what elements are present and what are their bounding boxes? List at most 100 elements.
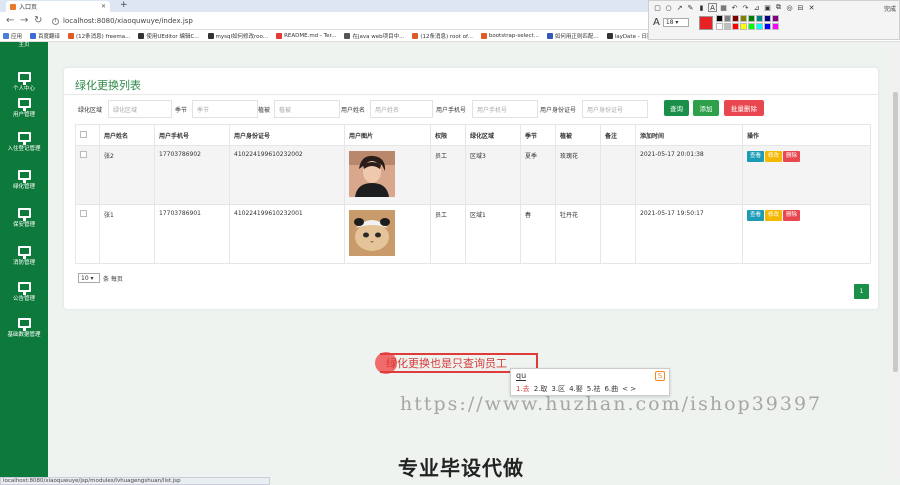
site-info-icon[interactable]: i <box>52 17 59 25</box>
username-input[interactable]: 用户姓名 <box>370 100 433 118</box>
sidebar-item[interactable]: 公告管理 <box>0 282 48 302</box>
new-tab-icon[interactable]: + <box>120 0 128 10</box>
bookmark-item[interactable]: README.md - Ter... <box>276 32 336 39</box>
bookmark-item[interactable]: (12条消息) freema... <box>68 32 130 40</box>
marker-tool-icon[interactable]: ▮ <box>697 3 706 12</box>
query-button[interactable]: 查询 <box>664 100 689 116</box>
share-icon[interactable]: ◎ <box>785 3 794 12</box>
bookmark-item[interactable]: (12条消息) root of... <box>412 32 473 40</box>
column-header: 添加时间 <box>635 124 743 146</box>
ime-candidate[interactable]: 2.取 <box>534 385 548 393</box>
bookmark-item[interactable]: 在java web项目中... <box>344 32 404 40</box>
palette-color-swatch[interactable] <box>739 23 747 30</box>
ocr-icon[interactable]: ⊟ <box>796 3 805 12</box>
page-1-button[interactable]: 1 <box>854 284 869 299</box>
sidebar-item[interactable]: 入住登记管理 <box>0 132 48 152</box>
view-button[interactable]: 查看 <box>747 151 765 162</box>
cell-season: 春 <box>520 204 556 264</box>
bookmark-item[interactable]: bootstrap-select... <box>480 32 539 39</box>
close-icon[interactable]: ✕ <box>807 3 816 12</box>
done-button[interactable]: 完成 <box>884 4 896 13</box>
sidebar-item[interactable]: 用户管理 <box>0 98 48 118</box>
column-header: 用户手机号 <box>154 124 230 146</box>
ime-candidate[interactable]: 5.祛 <box>587 385 601 393</box>
row-checkbox[interactable] <box>80 210 87 217</box>
sidebar-item-label: 用户管理 <box>12 112 35 118</box>
arrow-tool-icon[interactable]: ↗ <box>675 3 684 12</box>
palette-color-swatch[interactable] <box>771 15 779 22</box>
reload-icon[interactable]: ↻ <box>34 15 42 26</box>
palette-color-swatch[interactable] <box>755 23 763 30</box>
palette-color-swatch[interactable] <box>715 23 723 30</box>
select-all-checkbox[interactable] <box>80 130 87 138</box>
pin-icon[interactable]: ⊿ <box>752 3 761 12</box>
delete-button[interactable]: 删除 <box>783 210 801 221</box>
idcard-input[interactable]: 用户身份证号 <box>582 100 648 118</box>
add-button[interactable]: 添加 <box>693 100 719 116</box>
column-header: 植被 <box>555 124 601 146</box>
season-input[interactable]: 季节 <box>192 100 258 118</box>
batch-delete-button[interactable]: 批量删除 <box>724 100 764 116</box>
palette-color-swatch[interactable] <box>763 23 771 30</box>
url-field[interactable]: i localhost:8080/xiaoquwuye/index.jsp <box>52 15 282 27</box>
back-icon[interactable]: ← <box>6 15 14 26</box>
palette-color-swatch[interactable] <box>755 15 763 22</box>
sidebar-item[interactable]: 消防管理 <box>0 246 48 266</box>
copy-icon[interactable]: ⧉ <box>774 3 783 12</box>
ime-page-arrows[interactable]: < > <box>622 385 636 393</box>
palette-color-swatch[interactable] <box>747 23 755 30</box>
bookmark-item[interactable]: mysql如何修改roo... <box>207 32 268 40</box>
palette-color-swatch[interactable] <box>747 15 755 22</box>
sidebar-item[interactable]: 基础数据管理 <box>0 318 48 338</box>
bookmark-item[interactable]: 百度翻译 <box>30 32 60 40</box>
palette-color-swatch[interactable] <box>739 15 747 22</box>
bookmark-label: (12条消息) root of... <box>420 33 473 40</box>
view-button[interactable]: 查看 <box>747 210 765 221</box>
undo-icon[interactable]: ↶ <box>730 3 739 12</box>
text-tool-icon[interactable]: A <box>708 3 717 12</box>
ime-candidate[interactable]: 1.去 <box>516 385 530 393</box>
bookmark-item[interactable]: 应用 <box>3 32 22 40</box>
phone-input[interactable]: 用户手机号 <box>472 100 538 118</box>
palette-color-swatch[interactable] <box>763 15 771 22</box>
ime-candidate[interactable]: 6.曲 <box>604 385 618 393</box>
palette-color-swatch[interactable] <box>715 15 723 22</box>
area-input[interactable]: 绿化区域 <box>108 100 172 118</box>
page-scrollbar[interactable] <box>891 42 900 478</box>
rectangle-tool-icon[interactable]: ▢ <box>653 3 662 12</box>
row-checkbox[interactable] <box>80 151 87 158</box>
sidebar-item[interactable]: 绿化管理 <box>0 170 48 190</box>
watermark-text: https://www.huzhan.com/ishop39397 <box>400 393 823 415</box>
ime-candidate[interactable]: 4.娶 <box>569 385 583 393</box>
ellipse-tool-icon[interactable]: ○ <box>664 3 673 12</box>
sidebar-item[interactable]: 主页 <box>0 40 48 48</box>
forward-icon[interactable]: → <box>20 15 28 26</box>
palette-color-swatch[interactable] <box>771 23 779 30</box>
browser-tab[interactable]: 入口页 ✕ <box>6 1 110 12</box>
bookmark-item[interactable]: 使用UEditor 编辑C... <box>138 32 200 40</box>
current-color-swatch[interactable] <box>698 15 713 30</box>
sidebar-item[interactable]: 保安管理 <box>0 208 48 228</box>
cell-time: 2021-05-17 20:01:38 <box>635 145 743 205</box>
sidebar-item[interactable]: 个人中心 <box>0 72 48 92</box>
delete-button[interactable]: 删除 <box>783 151 801 162</box>
scrollbar-thumb[interactable] <box>893 92 898 372</box>
ime-candidate[interactable]: 3.区 <box>551 385 565 393</box>
tab-close-icon[interactable]: ✕ <box>101 3 106 10</box>
edit-button[interactable]: 修改 <box>765 210 783 221</box>
bookmark-item[interactable]: 如何用正则匹配... <box>546 32 599 40</box>
edit-button[interactable]: 修改 <box>765 151 783 162</box>
cell-plant: 牡丹花 <box>555 204 601 264</box>
page-size-select[interactable]: 10 ▾ <box>78 273 100 283</box>
palette-color-swatch[interactable] <box>723 23 731 30</box>
mosaic-tool-icon[interactable]: ▦ <box>719 3 728 12</box>
promo-banner: 专业毕设代做 <box>398 456 524 480</box>
palette-color-swatch[interactable] <box>723 15 731 22</box>
pen-tool-icon[interactable]: ✎ <box>686 3 695 12</box>
palette-color-swatch[interactable] <box>731 15 739 22</box>
palette-color-swatch[interactable] <box>731 23 739 30</box>
plant-input[interactable]: 植被 <box>274 100 340 118</box>
save-icon[interactable]: ▣ <box>763 3 772 12</box>
font-size-select[interactable]: 18 ▾ <box>662 18 689 27</box>
redo-icon[interactable]: ↷ <box>741 3 750 12</box>
